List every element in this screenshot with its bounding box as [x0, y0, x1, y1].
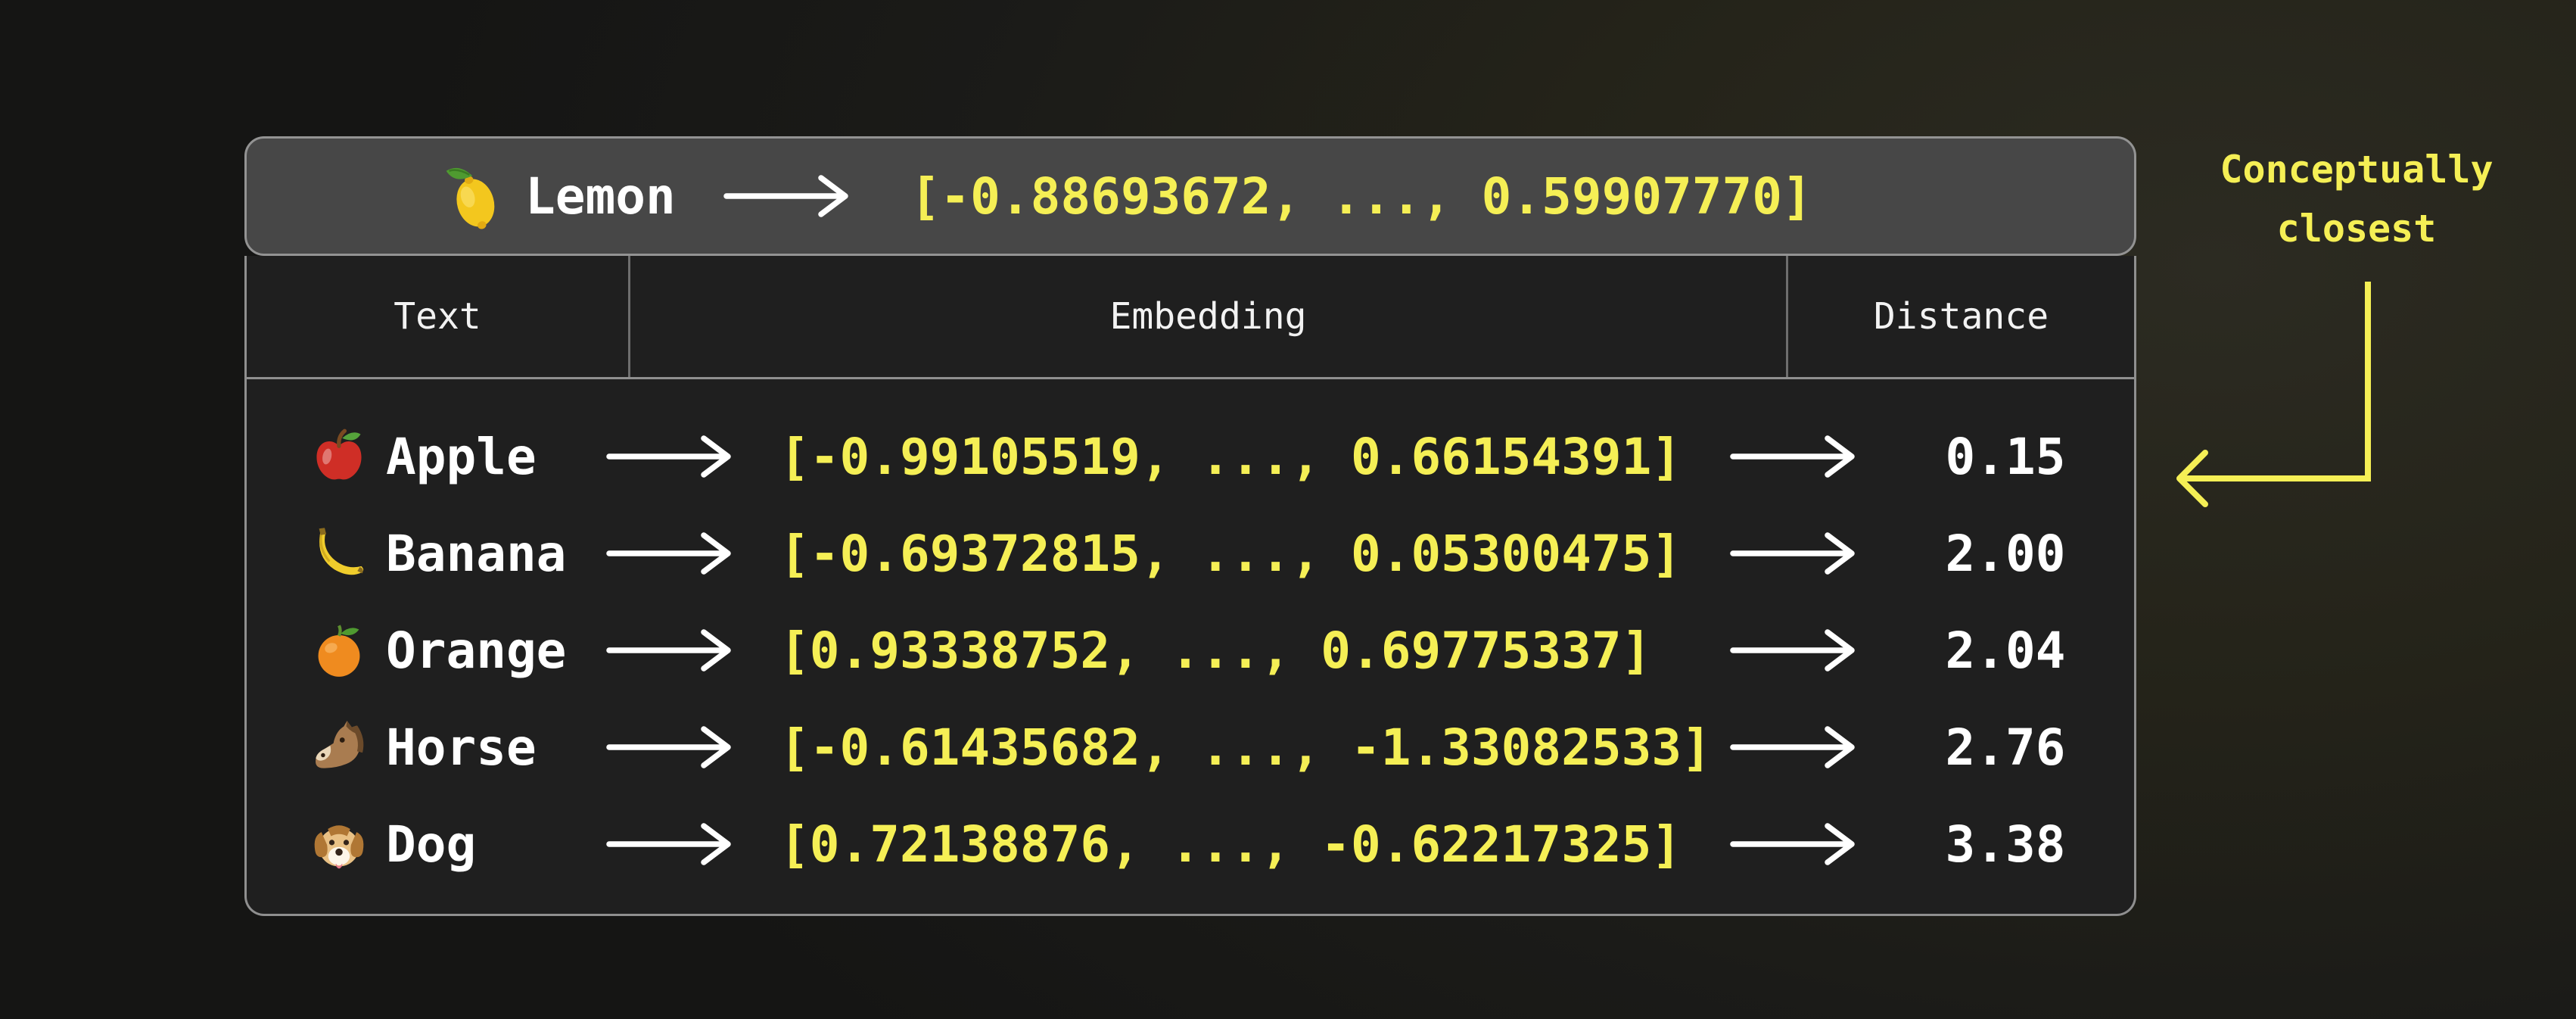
lemon-icon: [440, 161, 510, 231]
right-arrow-icon: [1729, 724, 1874, 771]
row-distance: 3.38: [1877, 815, 2134, 874]
apple-icon: [310, 428, 368, 485]
row-embedding: [-0.61435682, ..., -1.33082533]: [757, 718, 1729, 777]
row-embedding: [0.93338752, ..., 0.69775337]: [757, 622, 1729, 680]
table-row: Orange [0.93338752, ..., 0.69775337] 2.0…: [247, 602, 2134, 699]
row-distance: 2.04: [1877, 622, 2134, 680]
orange-icon: [310, 622, 368, 679]
row-label: Apple: [386, 428, 537, 486]
row-label: Dog: [386, 815, 476, 874]
row-embedding: [0.72138876, ..., -0.62217325]: [757, 815, 1729, 874]
column-header-distance: Distance: [1788, 256, 2134, 377]
table-body: Apple [-0.99105519, ..., 0.66154391] 0.1…: [247, 379, 2134, 893]
annotation-label: Conceptually closest: [2196, 141, 2517, 258]
row-label: Horse: [386, 718, 537, 777]
column-header-text: Text: [247, 256, 628, 377]
row-embedding: [-0.69372815, ..., 0.05300475]: [757, 525, 1729, 583]
right-arrow-icon: [605, 433, 751, 480]
right-arrow-icon: [605, 530, 751, 577]
row-distance: 2.76: [1877, 718, 2134, 777]
right-arrow-icon: [723, 173, 868, 220]
table-row: Apple [-0.99105519, ..., 0.66154391] 0.1…: [247, 408, 2134, 505]
row-label: Orange: [386, 622, 566, 680]
table-row: Banana [-0.69372815, ..., 0.05300475] 2.…: [247, 505, 2134, 602]
row-distance: 0.15: [1877, 428, 2134, 486]
query-bar: Lemon [-0.88693672, ..., 0.59907770]: [244, 136, 2136, 256]
table-header-row: Text Embedding Distance: [247, 256, 2134, 379]
right-arrow-icon: [1729, 627, 1874, 674]
right-arrow-icon: [1729, 530, 1874, 577]
row-embedding: [-0.99105519, ..., 0.66154391]: [757, 428, 1729, 486]
banana-icon: [310, 525, 368, 582]
right-arrow-icon: [605, 724, 751, 771]
horse-icon: [310, 718, 368, 776]
table-row: Dog [0.72138876, ..., -0.62217325] 3.38: [247, 796, 2134, 893]
embedding-diagram: Lemon [-0.88693672, ..., 0.59907770] Tex…: [0, 0, 2576, 1019]
right-arrow-icon: [605, 627, 751, 674]
table-row: Horse [-0.61435682, ..., -1.33082533] 2.…: [247, 699, 2134, 796]
query-label: Lemon: [525, 167, 676, 226]
right-arrow-icon: [1729, 821, 1874, 868]
right-arrow-icon: [605, 821, 751, 868]
annotation-elbow-arrow-icon: [2161, 270, 2381, 519]
embedding-table: Text Embedding Distance Apple: [244, 256, 2136, 916]
column-header-embedding: Embedding: [628, 256, 1788, 377]
query-embedding: [-0.88693672, ..., 0.59907770]: [910, 167, 1812, 226]
dog-icon: [310, 815, 368, 873]
row-distance: 2.00: [1877, 525, 2134, 583]
row-label: Banana: [386, 525, 566, 583]
right-arrow-icon: [1729, 433, 1874, 480]
